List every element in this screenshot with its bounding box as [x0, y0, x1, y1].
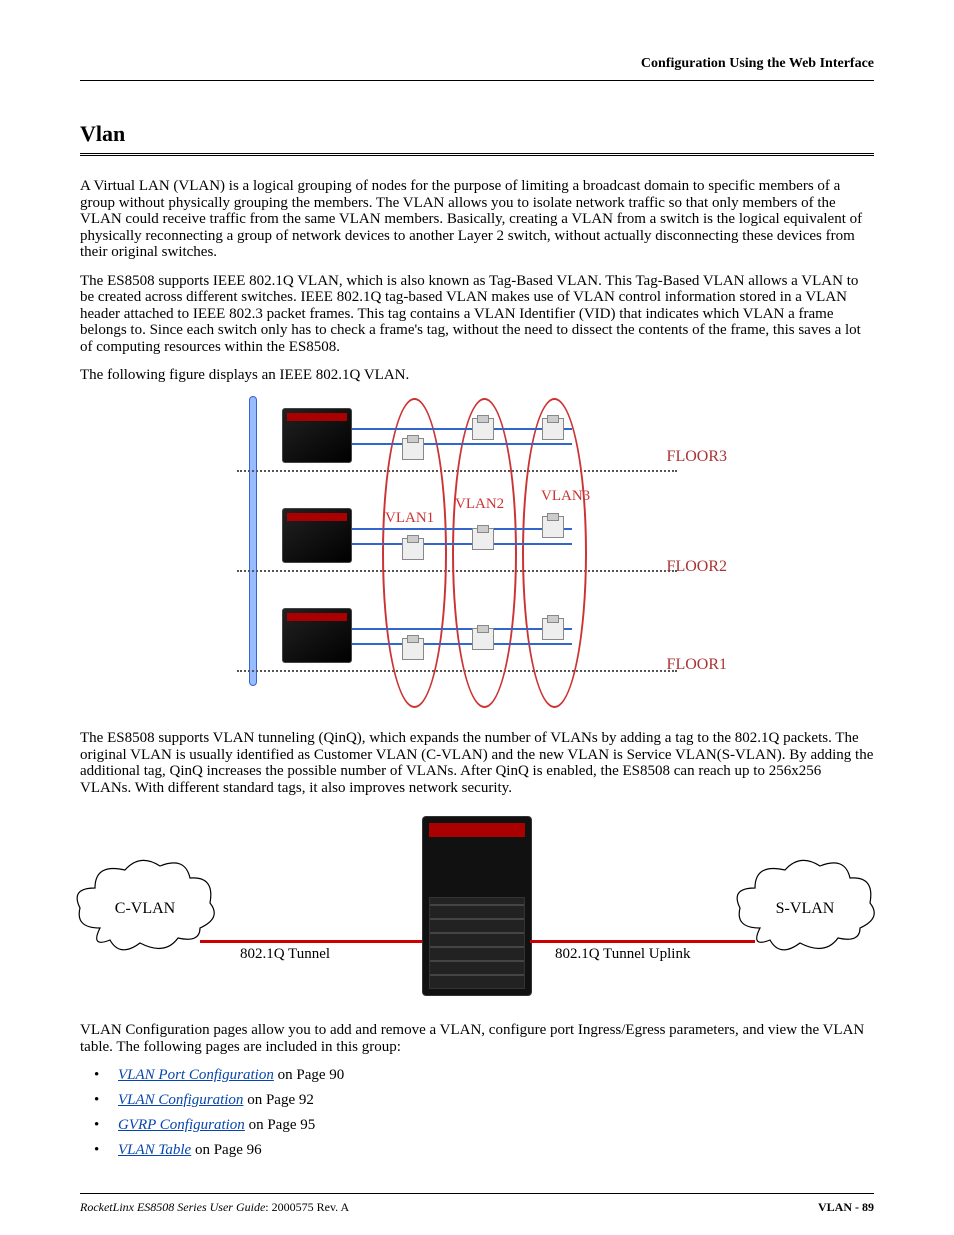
switch-device-icon: [422, 816, 532, 996]
list-item: GVRP Configuration on Page 95: [86, 1117, 874, 1134]
footer-left: RocketLinx ES8508 Series User Guide: 200…: [80, 1200, 349, 1215]
svlan-label: S-VLAN: [730, 900, 880, 918]
wire: [352, 628, 572, 630]
page-header-right: Configuration Using the Web Interface: [80, 56, 874, 72]
device-icon: [472, 418, 494, 440]
tunnel-label: 802.1Q Tunnel: [240, 946, 330, 963]
paragraph-2: The ES8508 supports IEEE 802.1Q VLAN, wh…: [80, 273, 874, 356]
figure-1-wrapper: FLOOR3 FLOOR2 FLOOR1 VLAN1 VLAN2 VLAN3: [80, 388, 874, 718]
wire: [352, 643, 572, 645]
link-suffix: on Page 92: [243, 1092, 313, 1108]
paragraph-5: VLAN Configuration pages allow you to ad…: [80, 1022, 874, 1055]
switch-floor1-icon: [282, 608, 352, 663]
link-vlan-table[interactable]: VLAN Table: [118, 1142, 191, 1158]
link-vlan-config[interactable]: VLAN Configuration: [118, 1092, 243, 1108]
floor1-label: FLOOR1: [667, 656, 727, 674]
link-suffix: on Page 95: [245, 1117, 315, 1133]
link-vlan-port-config[interactable]: VLAN Port Configuration: [118, 1067, 274, 1083]
device-icon: [542, 418, 564, 440]
tunnel-line-right: [530, 940, 755, 943]
floor3-label: FLOOR3: [667, 448, 727, 466]
figure-vlan-floors: FLOOR3 FLOOR2 FLOOR1 VLAN1 VLAN2 VLAN3: [237, 388, 717, 718]
device-icon: [542, 516, 564, 538]
page-footer: RocketLinx ES8508 Series User Guide: 200…: [80, 1193, 874, 1215]
paragraph-1: A Virtual LAN (VLAN) is a logical groupi…: [80, 178, 874, 261]
paragraph-3: The following figure displays an IEEE 80…: [80, 367, 874, 384]
footer-rev: : 2000575 Rev. A: [265, 1200, 349, 1214]
floor1-line: [237, 670, 677, 672]
wire: [352, 443, 572, 445]
switch-floor2-icon: [282, 508, 352, 563]
tunnel-line-left: [200, 940, 425, 943]
list-item: VLAN Table on Page 96: [86, 1142, 874, 1159]
footer-page-number: VLAN - 89: [818, 1200, 874, 1215]
floor2-label: FLOOR2: [667, 558, 727, 576]
uplink-label: 802.1Q Tunnel Uplink: [555, 946, 690, 963]
paragraph-4: The ES8508 supports VLAN tunneling (QinQ…: [80, 730, 874, 796]
link-suffix: on Page 96: [191, 1142, 261, 1158]
device-icon: [402, 638, 424, 660]
backbone-cable: [249, 396, 257, 686]
link-gvrp-config[interactable]: GVRP Configuration: [118, 1117, 245, 1133]
wire: [352, 543, 572, 545]
device-icon: [472, 628, 494, 650]
top-divider: [80, 80, 874, 81]
section-title: Vlan: [80, 121, 874, 147]
device-icon: [472, 528, 494, 550]
list-item: VLAN Configuration on Page 92: [86, 1092, 874, 1109]
link-suffix: on Page 90: [274, 1067, 344, 1083]
figure-qinq-tunnel: C-VLAN 802.1Q Tunnel 802.1Q Tunnel Uplin…: [80, 808, 874, 1008]
device-icon: [542, 618, 564, 640]
wire: [352, 428, 572, 430]
link-list: VLAN Port Configuration on Page 90 VLAN …: [80, 1067, 874, 1159]
figure-2-wrapper: C-VLAN 802.1Q Tunnel 802.1Q Tunnel Uplin…: [80, 808, 874, 1008]
vlan2-label: VLAN2: [455, 496, 504, 513]
device-icon: [402, 438, 424, 460]
section-title-rule: [80, 153, 874, 156]
vlan3-label: VLAN3: [541, 488, 590, 505]
list-item: VLAN Port Configuration on Page 90: [86, 1067, 874, 1084]
footer-guide-title: RocketLinx ES8508 Series User Guide: [80, 1200, 265, 1214]
vlan1-label: VLAN1: [385, 510, 434, 527]
switch-floor3-icon: [282, 408, 352, 463]
device-icon: [402, 538, 424, 560]
wire: [352, 528, 572, 530]
cvlan-label: C-VLAN: [70, 900, 220, 918]
